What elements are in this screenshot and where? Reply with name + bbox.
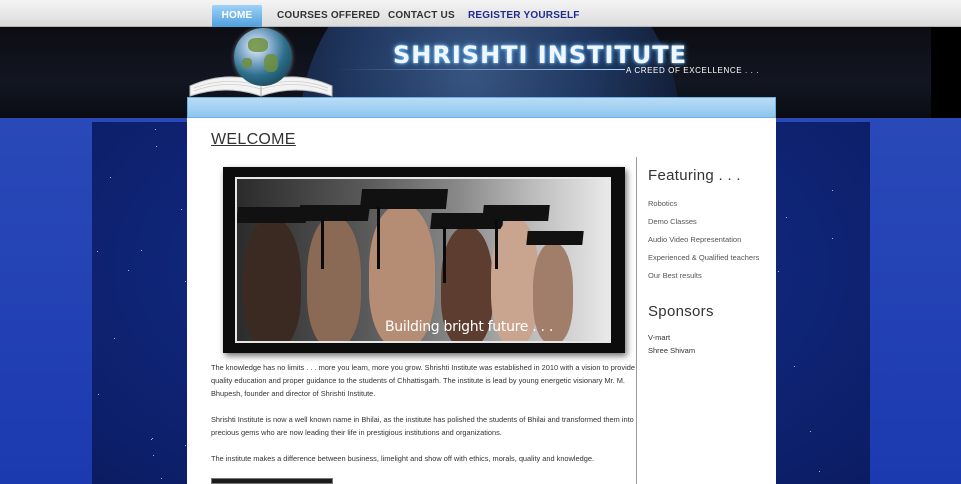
- nav-register-yourself[interactable]: REGISTER YOURSELF: [468, 5, 580, 27]
- featuring-item-robotics[interactable]: Robotics: [648, 199, 677, 208]
- featuring-item-audio-video[interactable]: Audio Video Representation: [648, 235, 741, 244]
- star-dot: [810, 431, 811, 432]
- sidebar-divider: [636, 157, 637, 484]
- star-dot: [97, 251, 98, 252]
- star-dot: [155, 129, 156, 130]
- nav-courses-offered[interactable]: COURSES OFFERED: [277, 5, 380, 27]
- sponsor-item-shree-shivam[interactable]: Shree Shivam: [648, 346, 695, 355]
- sponsor-item-vmart[interactable]: V-mart: [648, 333, 670, 342]
- header-glow-line: [335, 69, 625, 70]
- star-dot: [114, 338, 115, 339]
- photo-caption: Building bright future . . .: [385, 319, 554, 335]
- star-dot: [153, 455, 154, 456]
- star-dot: [181, 209, 182, 210]
- site-tagline: A CREED OF EXCELLENCE . . .: [626, 66, 760, 75]
- header-edge: [931, 27, 961, 118]
- star-dot: [819, 471, 820, 472]
- star-dot: [832, 190, 833, 191]
- nav-contact-us[interactable]: CONTACT US: [388, 5, 455, 27]
- top-navbar: HOME COURSES OFFERED CONTACT US REGISTER…: [0, 0, 961, 27]
- featuring-item-best-results[interactable]: Our Best results: [648, 271, 702, 280]
- star-dot: [185, 445, 186, 446]
- page-title: WELCOME: [211, 131, 296, 148]
- intro-paragraph-1: The knowledge has no limits . . . more y…: [211, 363, 635, 398]
- content-panel: WELCOME Building bright future . . . The…: [187, 97, 776, 484]
- star-dot: [185, 281, 186, 282]
- star-dot: [110, 177, 111, 178]
- star-dot: [786, 217, 787, 218]
- globe-icon: [234, 28, 292, 86]
- star-dot: [141, 250, 142, 251]
- sponsors-heading: Sponsors: [648, 303, 714, 320]
- star-dot: [832, 238, 833, 239]
- intro-paragraph-3: The institute makes a difference between…: [211, 454, 595, 463]
- star-dot: [151, 439, 152, 440]
- featuring-heading: Featuring . . .: [648, 167, 741, 184]
- star-dot: [98, 394, 99, 395]
- panel-top-bar: [187, 97, 776, 118]
- star-dot: [161, 478, 162, 479]
- hero-photo-frame: Building bright future . . .: [223, 167, 625, 353]
- featuring-item-teachers[interactable]: Experienced & Qualified teachers: [648, 253, 759, 262]
- star-dot: [128, 270, 129, 271]
- star-dot: [156, 146, 157, 147]
- graduates-photo: Building bright future . . .: [235, 177, 611, 343]
- star-dot: [794, 366, 795, 367]
- nav-home[interactable]: HOME: [212, 5, 262, 27]
- star-dot: [152, 438, 153, 439]
- star-dot: [778, 271, 779, 272]
- site-title[interactable]: SHRISHTI INSTITUTE: [393, 41, 687, 69]
- bottom-image-thumbnail: [211, 478, 333, 484]
- featuring-item-demo-classes[interactable]: Demo Classes: [648, 217, 697, 226]
- intro-paragraph-2: Shrishti Institute is now a well known n…: [211, 415, 634, 437]
